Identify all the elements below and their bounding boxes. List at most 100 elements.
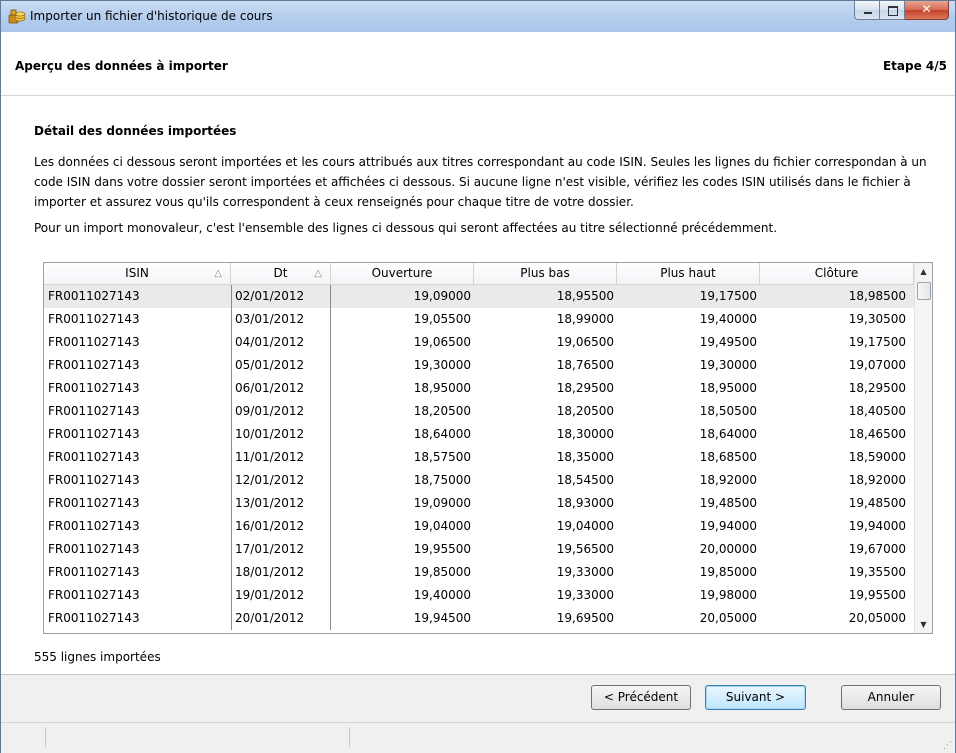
table-cell: 19,33000 <box>556 565 614 579</box>
title-bar[interactable]: Importer un fichier d'historique de cour… <box>1 1 955 32</box>
table-cell: 02/01/2012 <box>231 285 331 308</box>
table-cell: 18,54500 <box>556 473 614 487</box>
table-cell: 18,35000 <box>556 450 614 464</box>
table-row[interactable]: FR0011027143 17/01/2012 19,95500 19,56500 20… <box>44 538 914 561</box>
table-cell: 19,30500 <box>848 312 906 326</box>
table-cell: 19,30000 <box>699 358 757 372</box>
description-paragraph-1: Les données ci dessous seront importées … <box>34 155 927 209</box>
table-cell: 19,48500 <box>699 496 757 510</box>
table-cell: FR0011027143 <box>48 473 140 487</box>
table-row[interactable]: FR0011027143 11/01/2012 18,57500 18,35000 18… <box>44 446 914 469</box>
table-cell: 19,06500 <box>413 335 471 349</box>
table-cell: 18,76500 <box>556 358 614 372</box>
maximize-button[interactable] <box>880 1 905 20</box>
table-cell: FR0011027143 <box>48 565 140 579</box>
wizard-header: Aperçu des données à importer Etape 4/5 <box>1 32 955 96</box>
table-row[interactable]: FR0011027143 03/01/2012 19,05500 18,99000 19… <box>44 308 914 331</box>
table-cell: 18,95500 <box>474 285 617 308</box>
table-row[interactable]: FR0011027143 04/01/2012 19,06500 19,06500 19… <box>44 331 914 354</box>
scroll-thumb[interactable] <box>917 282 931 300</box>
table-row[interactable]: FR0011027143 09/01/2012 18,20500 18,20500 18… <box>44 400 914 423</box>
table-row[interactable]: FR0011027143 05/01/2012 19,30000 18,76500 19… <box>44 354 914 377</box>
table-row[interactable]: FR0011027143 20/01/2012 19,94500 19,69500 20… <box>44 607 914 630</box>
table-cell: 18,50500 <box>699 404 757 418</box>
window-title: Importer un fichier d'historique de cour… <box>30 9 273 23</box>
column-header-label: Ouverture <box>371 266 433 280</box>
table-cell: 19,17500 <box>617 285 760 308</box>
resize-grip-icon[interactable]: ⋰ <box>943 741 953 751</box>
table-cell: 18,68500 <box>699 450 757 464</box>
status-bar: ⋰ <box>1 722 955 753</box>
table-row[interactable]: FR0011027143 02/01/2012 19,09000 18,95500 19… <box>44 285 914 308</box>
table-cell: 18,92000 <box>848 473 906 487</box>
table-cell: 18,75000 <box>413 473 471 487</box>
cancel-button[interactable]: Annuler <box>841 685 941 710</box>
wizard-content: Détail des données importées Les données… <box>1 96 955 674</box>
table-cell: 19,04000 <box>413 519 471 533</box>
grid-body[interactable]: FR0011027143 02/01/2012 19,09000 18,95500 19… <box>44 285 914 633</box>
maximize-icon <box>888 6 898 16</box>
table-cell: 12/01/2012 <box>231 469 331 492</box>
vertical-scrollbar[interactable]: ▲ ▼ <box>914 263 932 633</box>
previous-button[interactable]: < Précédent <box>591 685 691 710</box>
data-grid[interactable]: ISIN △ Dt △ Ouverture Plus bas Plus haut Clôtur… <box>43 262 933 634</box>
table-row[interactable]: FR0011027143 18/01/2012 19,85000 19,33000 19… <box>44 561 914 584</box>
table-cell: 19,05500 <box>413 312 471 326</box>
table-cell: FR0011027143 <box>44 285 231 308</box>
coins-stack-icon <box>8 9 26 24</box>
table-cell: 17/01/2012 <box>231 538 331 561</box>
close-button[interactable]: ✕ <box>905 1 949 20</box>
table-cell: 18,57500 <box>413 450 471 464</box>
table-cell: 19,48500 <box>848 496 906 510</box>
table-cell: 18,46500 <box>848 427 906 441</box>
table-cell: 18,92000 <box>699 473 757 487</box>
table-row[interactable]: FR0011027143 10/01/2012 18,64000 18,30000 18… <box>44 423 914 446</box>
column-header-label: ISIN <box>125 266 149 280</box>
table-cell: FR0011027143 <box>48 358 140 372</box>
table-cell: 09/01/2012 <box>231 400 331 423</box>
table-cell: 18,59000 <box>848 450 906 464</box>
table-cell: FR0011027143 <box>48 312 140 326</box>
column-header[interactable]: ISIN △ <box>44 263 231 284</box>
table-cell: 03/01/2012 <box>231 308 331 331</box>
scroll-up-arrow-icon[interactable]: ▲ <box>915 263 932 280</box>
table-row[interactable]: FR0011027143 19/01/2012 19,40000 19,33000 19… <box>44 584 914 607</box>
table-cell: 18,64000 <box>413 427 471 441</box>
column-header[interactable]: Plus bas <box>474 263 617 284</box>
table-cell: 19,30000 <box>413 358 471 372</box>
table-cell: 19,09000 <box>413 496 471 510</box>
table-cell: 11/01/2012 <box>231 446 331 469</box>
table-cell: 19,94000 <box>699 519 757 533</box>
column-header[interactable]: Clôture <box>760 263 914 284</box>
status-pane-1 <box>1 727 46 747</box>
table-row[interactable]: FR0011027143 12/01/2012 18,75000 18,54500 18… <box>44 469 914 492</box>
table-cell: 13/01/2012 <box>231 492 331 515</box>
column-header[interactable]: Dt △ <box>231 263 331 284</box>
column-header-label: Plus bas <box>520 266 570 280</box>
table-cell: 06/01/2012 <box>231 377 331 400</box>
column-header-label: Plus haut <box>660 266 716 280</box>
sort-ascending-icon: △ <box>314 268 322 279</box>
next-button[interactable]: Suivant > <box>705 685 806 710</box>
table-cell: FR0011027143 <box>48 519 140 533</box>
imported-count: 555 lignes importées <box>34 650 161 664</box>
column-header-label: Dt <box>273 266 288 280</box>
table-cell: FR0011027143 <box>48 611 140 625</box>
table-cell: 19,09000 <box>331 285 474 308</box>
table-cell: 19,40000 <box>699 312 757 326</box>
minimize-button[interactable] <box>854 1 880 20</box>
column-header[interactable]: Plus haut <box>617 263 760 284</box>
table-row[interactable]: FR0011027143 06/01/2012 18,95000 18,29500 18… <box>44 377 914 400</box>
table-cell: 18,29500 <box>556 381 614 395</box>
step-indicator: Etape 4/5 <box>882 59 947 73</box>
table-cell: 18,99000 <box>556 312 614 326</box>
scroll-down-arrow-icon[interactable]: ▼ <box>915 616 932 633</box>
table-cell: 18,20500 <box>413 404 471 418</box>
table-cell: 20,05000 <box>848 611 906 625</box>
column-header[interactable]: Ouverture <box>331 263 474 284</box>
table-cell: 20,05000 <box>699 611 757 625</box>
page-title: Aperçu des données à importer <box>15 59 228 73</box>
table-cell: 18,40500 <box>848 404 906 418</box>
table-row[interactable]: FR0011027143 16/01/2012 19,04000 19,04000 19… <box>44 515 914 538</box>
table-row[interactable]: FR0011027143 13/01/2012 19,09000 18,93000 19… <box>44 492 914 515</box>
